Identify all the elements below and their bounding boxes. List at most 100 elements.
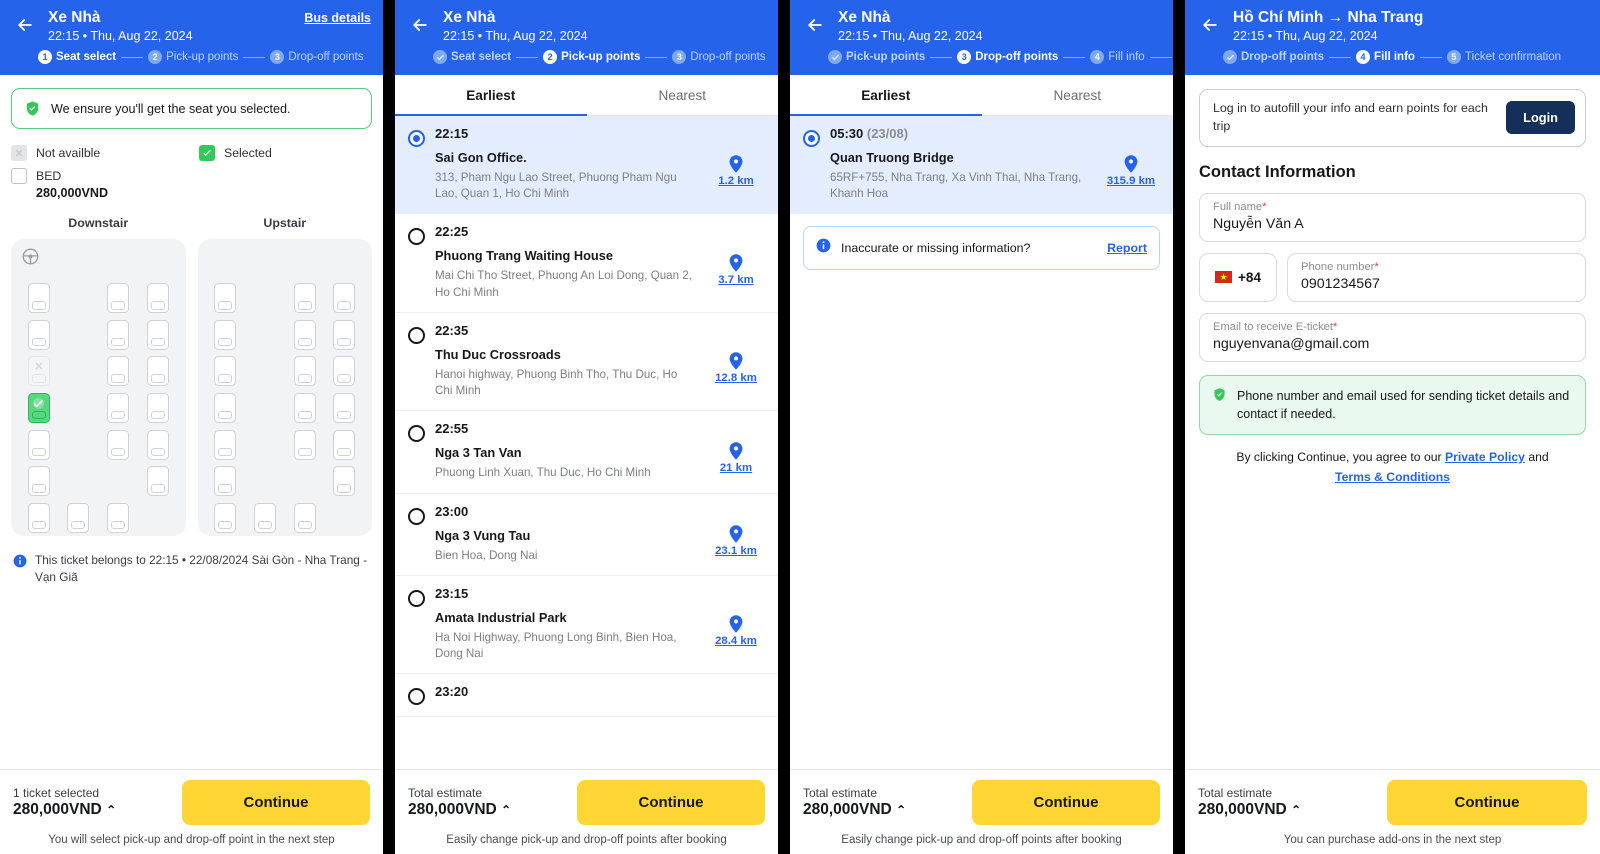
chevron-up-icon[interactable]: ⌃ (896, 803, 906, 817)
seat-available[interactable] (27, 466, 50, 497)
point-radio-button[interactable] (408, 228, 425, 246)
distance-text[interactable]: 3.7 km (718, 274, 753, 286)
point-list-item[interactable]: 23:15 Amata Industrial Park Ha Noi Highway… (395, 576, 778, 675)
back-arrow-icon[interactable] (12, 12, 38, 38)
private-policy-link[interactable]: Private Policy (1445, 450, 1525, 464)
seat-available[interactable] (146, 283, 169, 314)
distance-text[interactable]: 23.1 km (715, 545, 757, 557)
seat-available[interactable] (146, 356, 169, 387)
step-pickup-points[interactable]: Pick-up points (828, 50, 925, 65)
seat-available[interactable] (27, 283, 50, 314)
step-dropoff-points[interactable]: 3 Drop-off points (957, 50, 1058, 65)
seat-available[interactable] (293, 283, 316, 314)
price-summary[interactable]: 1 ticket selected 280,000VND ⌃ (13, 786, 116, 819)
tab-earliest[interactable]: Earliest (395, 75, 587, 116)
seat-available[interactable] (214, 429, 237, 460)
distance-text[interactable]: 1.2 km (718, 175, 753, 187)
seat-available[interactable] (107, 429, 130, 460)
seat-available[interactable] (293, 319, 316, 350)
point-distance[interactable]: 23.1 km (707, 504, 765, 564)
dropoff-point-list[interactable]: 05:30 (23/08) Quan Truong Bridge 65RF+755,… (790, 116, 1173, 215)
seat-available[interactable] (214, 502, 237, 533)
seat-available[interactable] (333, 429, 356, 460)
step-fill-info[interactable]: 4 Fill info (1090, 50, 1145, 65)
point-list-item[interactable]: 22:35 Thu Duc Crossroads Hanoi highway, Ph… (395, 313, 778, 412)
seat-available[interactable] (27, 319, 50, 350)
price-summary[interactable]: Total estimate 280,000VND ⌃ (803, 786, 906, 819)
price-summary[interactable]: Total estimate 280,000VND ⌃ (1198, 786, 1301, 819)
pickup-point-list[interactable]: 22:15 Sai Gon Office. 313, Pham Ngu Lao St… (395, 116, 778, 769)
point-list-item[interactable]: 22:25 Phuong Trang Waiting House Mai Chi T… (395, 214, 778, 313)
point-distance[interactable]: 3.7 km (707, 224, 765, 300)
seat-available[interactable] (333, 356, 356, 387)
step-ticket-confirmation[interactable]: 5 Ticket confirmation (1446, 50, 1561, 65)
seat-available[interactable] (293, 429, 316, 460)
seat-available[interactable] (67, 502, 90, 533)
phone-number-field[interactable]: Phone number* 0901234567 (1287, 252, 1586, 302)
point-radio-button[interactable] (408, 425, 425, 443)
distance-text[interactable]: 28.4 km (715, 635, 757, 647)
point-distance[interactable]: 315.9 km (1102, 126, 1160, 202)
seat-available[interactable] (293, 392, 316, 423)
point-radio-button[interactable] (803, 130, 820, 147)
seat-available[interactable] (214, 356, 237, 387)
point-distance[interactable]: 1.2 km (707, 126, 765, 202)
step-pickup-points[interactable]: 2 Pick-up points (543, 50, 640, 65)
country-code-selector[interactable]: +84 (1199, 252, 1277, 302)
seat-available[interactable] (107, 392, 130, 423)
point-list-item[interactable]: 23:00 Nga 3 Vung Tau Bien Hoa, Dong Nai 23.… (395, 494, 778, 576)
seat-available[interactable] (107, 283, 130, 314)
point-radio-button[interactable] (408, 130, 425, 147)
continue-button[interactable]: Continue (1387, 780, 1587, 825)
step-seat-select[interactable]: 1 Seat select (38, 50, 116, 65)
point-list-item[interactable]: 05:30 (23/08) Quan Truong Bridge 65RF+755,… (790, 116, 1173, 215)
point-list-item[interactable]: 22:55 Nga 3 Tan Van Phuong Linh Xuan, Thu … (395, 411, 778, 494)
distance-text[interactable]: 315.9 km (1107, 175, 1155, 187)
seat-selected[interactable] (27, 392, 50, 423)
bus-details-link[interactable]: Bus details (304, 11, 371, 25)
seat-available[interactable] (214, 392, 237, 423)
seat-grid-downstair[interactable]: ✕ (19, 247, 178, 533)
login-button[interactable]: Login (1506, 101, 1575, 135)
point-distance[interactable]: 12.8 km (707, 323, 765, 399)
point-radio-button[interactable] (408, 326, 425, 344)
tab-nearest[interactable]: Nearest (587, 75, 779, 115)
step-dropoff-points[interactable]: 3 Drop-off points (672, 50, 766, 65)
continue-button[interactable]: Continue (182, 780, 370, 825)
chevron-up-icon[interactable]: ⌃ (106, 803, 116, 817)
point-distance[interactable]: 28.4 km (707, 586, 765, 662)
seat-available[interactable] (214, 319, 237, 350)
point-distance[interactable] (707, 684, 765, 705)
chevron-up-icon[interactable]: ⌃ (1291, 803, 1301, 817)
point-list-item[interactable]: 23:20 (395, 674, 778, 718)
step-dropoff-points[interactable]: Drop-off points (1223, 50, 1324, 65)
seat-available[interactable] (333, 466, 356, 497)
seat-available[interactable] (253, 502, 276, 533)
continue-button[interactable]: Continue (577, 780, 765, 825)
seat-available[interactable] (146, 429, 169, 460)
point-radio-button[interactable] (408, 507, 425, 525)
seat-available[interactable] (214, 466, 237, 497)
report-link[interactable]: Report (1107, 241, 1147, 255)
seat-available[interactable] (333, 283, 356, 314)
email-field[interactable]: Email to receive E-ticket* nguyenvana@gm… (1199, 312, 1586, 362)
point-radio-button[interactable] (408, 688, 425, 706)
step-dropoff-points[interactable]: 3 Drop-off points (270, 50, 364, 65)
point-distance[interactable]: 21 km (707, 421, 765, 481)
distance-text[interactable]: 12.8 km (715, 372, 757, 384)
point-list-item[interactable]: 22:15 Sai Gon Office. 313, Pham Ngu Lao St… (395, 116, 778, 215)
seat-available[interactable] (333, 392, 356, 423)
continue-button[interactable]: Continue (972, 780, 1160, 825)
distance-text[interactable]: 21 km (720, 462, 752, 474)
step-pickup-points[interactable]: 2 Pick-up points (148, 50, 238, 65)
seat-grid-upstair[interactable] (206, 247, 365, 533)
chevron-up-icon[interactable]: ⌃ (501, 803, 511, 817)
seat-available[interactable] (146, 319, 169, 350)
price-summary[interactable]: Total estimate 280,000VND ⌃ (408, 786, 511, 819)
seat-available[interactable] (107, 319, 130, 350)
seat-available[interactable] (333, 319, 356, 350)
tab-earliest[interactable]: Earliest (790, 75, 982, 116)
back-arrow-icon[interactable] (407, 12, 433, 38)
seat-available[interactable] (293, 356, 316, 387)
back-arrow-icon[interactable] (1197, 12, 1223, 38)
